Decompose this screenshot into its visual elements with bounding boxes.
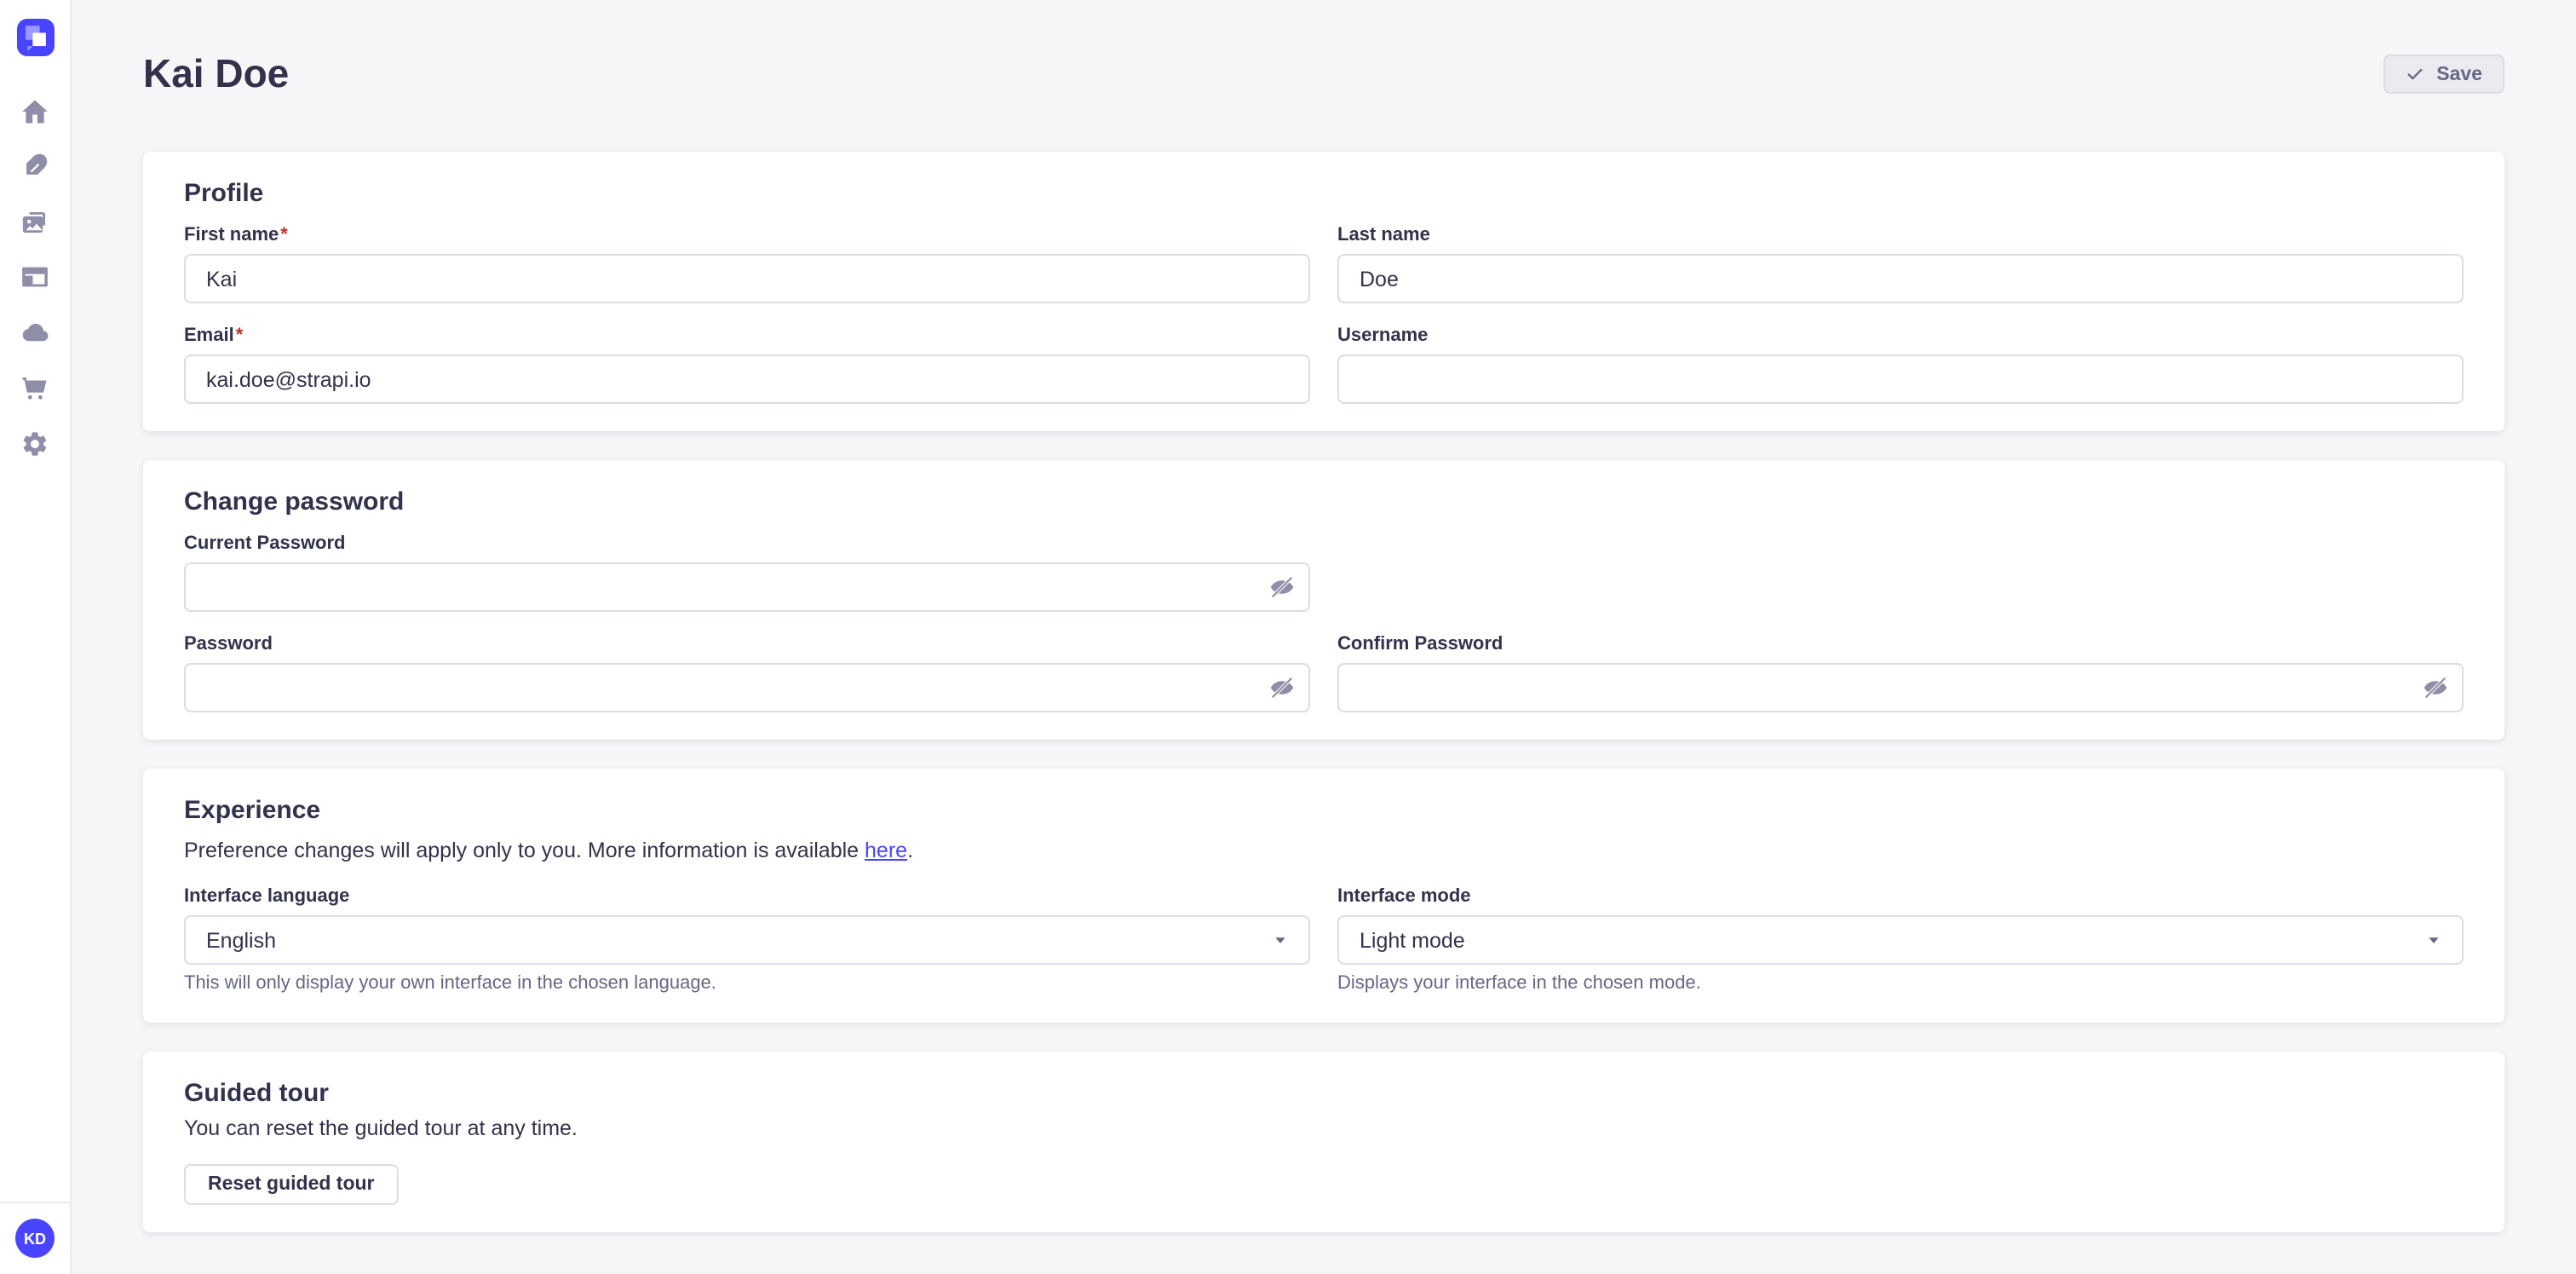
interface-mode-label: Interface mode xyxy=(1337,886,2464,908)
profile-grid: First name* Last name Email* Username xyxy=(184,225,2464,404)
check-icon xyxy=(2406,65,2424,84)
password-label: Password xyxy=(184,634,1310,656)
current-password-label: Current Password xyxy=(184,533,1310,556)
sidebar: KD xyxy=(0,0,72,1274)
save-button-label: Save xyxy=(2436,64,2482,84)
home-icon xyxy=(20,97,49,126)
username-group: Username xyxy=(1337,326,2464,404)
current-password-field[interactable] xyxy=(184,562,1310,612)
gear-icon xyxy=(20,429,49,458)
interface-language-value: English xyxy=(206,928,276,952)
interface-mode-select[interactable]: Light mode xyxy=(1337,915,2464,965)
avatar[interactable]: KD xyxy=(15,1219,55,1258)
password-wrap xyxy=(184,663,1310,712)
confirm-password-wrap xyxy=(1337,663,2464,712)
username-label: Username xyxy=(1337,326,2464,348)
cart-icon xyxy=(20,374,49,403)
confirm-password-field[interactable] xyxy=(1337,663,2464,712)
password-grid: Current Password Pass xyxy=(184,533,2464,712)
password-group: Password xyxy=(184,634,1310,712)
interface-mode-group: Interface mode Light mode Displays your … xyxy=(1337,886,2464,995)
required-marker: * xyxy=(236,326,244,346)
sidebar-item-settings[interactable] xyxy=(0,416,71,471)
page-title: Kai Doe xyxy=(143,51,289,97)
guided-tour-card: Guided tour You can reset the guided tou… xyxy=(143,1052,2504,1232)
last-name-field[interactable] xyxy=(1337,254,2464,303)
sidebar-item-home[interactable] xyxy=(0,84,71,139)
password-grid-spacer xyxy=(1337,533,2464,612)
profile-heading: Profile xyxy=(184,179,2464,208)
layout-icon xyxy=(20,263,49,292)
eye-slash-icon xyxy=(1268,675,1294,700)
save-button[interactable]: Save xyxy=(2383,55,2504,94)
more-information-link[interactable]: here xyxy=(865,839,907,862)
experience-heading: Experience xyxy=(184,796,2464,825)
chevron-down-icon xyxy=(2426,932,2441,948)
email-label: Email* xyxy=(184,326,1310,348)
required-marker: * xyxy=(280,225,288,245)
eye-slash-icon xyxy=(2422,675,2447,700)
sidebar-item-content-manager[interactable] xyxy=(0,250,71,305)
sidebar-nav xyxy=(0,84,71,471)
interface-mode-hint: Displays your interface in the chosen mo… xyxy=(1337,973,2464,995)
toggle-confirm-password-visibility-button[interactable] xyxy=(2411,665,2458,711)
cloud-icon xyxy=(20,319,49,348)
confirm-password-label: Confirm Password xyxy=(1337,634,2464,656)
strapi-logo[interactable] xyxy=(16,19,54,56)
interface-language-select[interactable]: English xyxy=(184,915,1310,965)
first-name-field[interactable] xyxy=(184,254,1310,303)
confirm-password-group: Confirm Password xyxy=(1337,634,2464,712)
interface-mode-value: Light mode xyxy=(1360,928,1465,952)
sidebar-item-content-type-builder[interactable] xyxy=(0,139,71,194)
toggle-password-visibility-button[interactable] xyxy=(1257,665,1305,711)
profile-card: Profile First name* Last name Email* Use… xyxy=(143,152,2504,431)
media-icon xyxy=(20,208,49,237)
last-name-group: Last name xyxy=(1337,225,2464,303)
reset-guided-tour-button[interactable]: Reset guided tour xyxy=(184,1164,399,1205)
experience-description: Preference changes will apply only to yo… xyxy=(184,837,2464,864)
page-header: Kai Doe Save xyxy=(143,0,2504,152)
sidebar-footer: KD xyxy=(0,1201,70,1274)
guided-tour-description: You can reset the guided tour at any tim… xyxy=(184,1115,2464,1142)
toggle-current-password-visibility-button[interactable] xyxy=(1257,564,1305,610)
email-group: Email* xyxy=(184,326,1310,404)
sidebar-item-cloud[interactable] xyxy=(0,305,71,360)
main-content: Kai Doe Save Profile First name* Last na… xyxy=(72,0,2576,1274)
interface-language-hint: This will only display your own interfac… xyxy=(184,973,1310,995)
avatar-initials: KD xyxy=(24,1230,46,1247)
change-password-card: Change password Current Password xyxy=(143,460,2504,740)
eye-slash-icon xyxy=(1268,574,1294,600)
experience-grid: Interface language English This will onl… xyxy=(184,886,2464,995)
feather-icon xyxy=(20,153,49,182)
email-field[interactable] xyxy=(184,355,1310,404)
guided-tour-heading: Guided tour xyxy=(184,1079,2464,1108)
last-name-label: Last name xyxy=(1337,225,2464,247)
password-field[interactable] xyxy=(184,663,1310,712)
strapi-logo-icon xyxy=(16,19,54,56)
sidebar-item-marketplace[interactable] xyxy=(0,360,71,416)
change-password-heading: Change password xyxy=(184,487,2464,516)
interface-language-group: Interface language English This will onl… xyxy=(184,886,1310,995)
interface-language-label: Interface language xyxy=(184,886,1310,908)
experience-card: Experience Preference changes will apply… xyxy=(143,769,2504,1023)
sidebar-item-media-library[interactable] xyxy=(0,194,71,250)
first-name-group: First name* xyxy=(184,225,1310,303)
username-field[interactable] xyxy=(1337,355,2464,404)
app-root: KD Kai Doe Save Profile First name* xyxy=(0,0,2576,1274)
current-password-group: Current Password xyxy=(184,533,1310,612)
chevron-down-icon xyxy=(1273,932,1288,948)
current-password-wrap xyxy=(184,562,1310,612)
first-name-label: First name* xyxy=(184,225,1310,247)
